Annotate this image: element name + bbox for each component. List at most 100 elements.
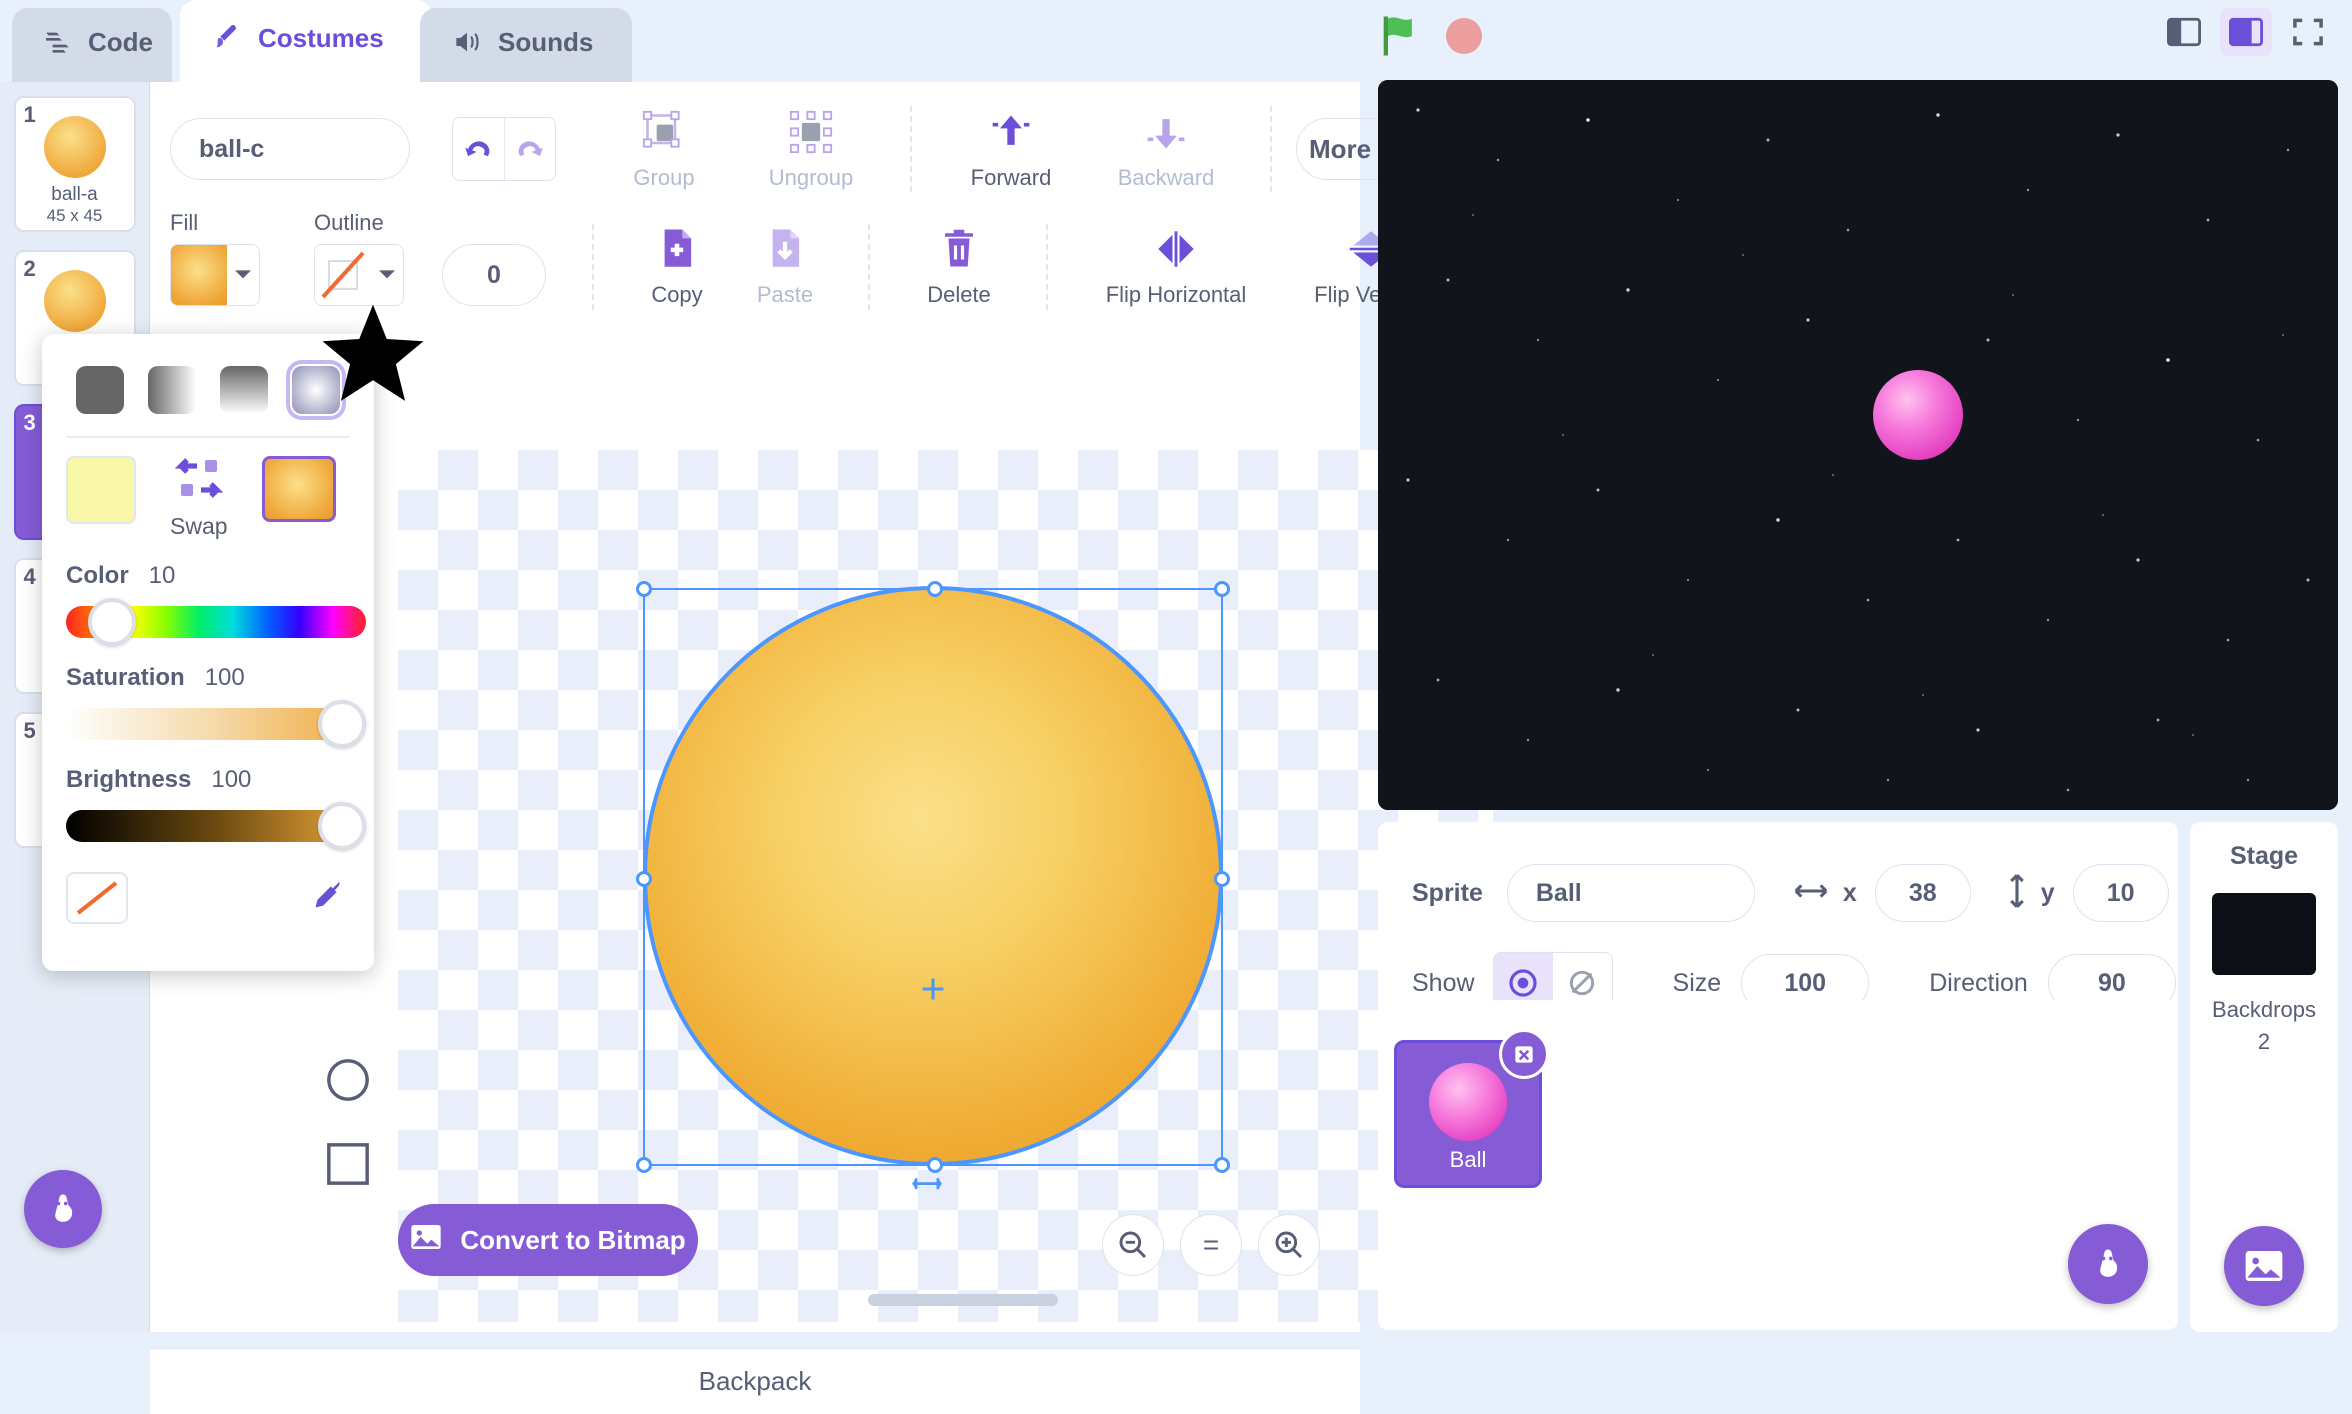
ungroup-label: Ungroup (768, 165, 854, 190)
gradient-solid-button[interactable] (76, 366, 124, 414)
saturation-label: Saturation (66, 664, 185, 691)
ball-sprite[interactable] (1873, 370, 1963, 460)
resize-handle[interactable] (1214, 1157, 1230, 1173)
stop-icon[interactable] (1440, 12, 1488, 60)
sprite-thumbnail (1429, 1063, 1507, 1141)
color-slider[interactable] (66, 598, 366, 646)
resize-handle[interactable] (636, 581, 652, 597)
sprite-list: Ball (1378, 1000, 2178, 1330)
add-sprite-button[interactable] (2068, 1224, 2148, 1304)
resize-handle[interactable] (927, 581, 943, 597)
x-arrow-icon (1793, 881, 1829, 906)
group-button[interactable]: Group (604, 107, 724, 191)
tab-sounds[interactable]: Sounds (420, 8, 632, 82)
outline-swatch-no-fill (315, 245, 371, 305)
small-stage-icon[interactable] (2158, 8, 2210, 56)
costume-item[interactable]: 1 ball-a 45 x 45 (13, 96, 136, 232)
backpack-label: Backpack (698, 1366, 812, 1396)
fill-label: Fill (170, 210, 199, 235)
group-icon (642, 107, 686, 157)
zoom-out-icon[interactable] (1102, 1214, 1164, 1276)
resize-handle[interactable] (1214, 871, 1230, 887)
chevron-down-icon (371, 245, 403, 305)
tab-costumes-label: Costumes (258, 22, 384, 53)
backdrops-count: 2 (2257, 1029, 2271, 1054)
copy-button[interactable]: Copy (624, 224, 730, 308)
toolbar-divider (1270, 106, 1272, 192)
delete-label: Delete (927, 282, 991, 307)
size-label: Size (1672, 968, 1722, 997)
outline-width-input[interactable]: 0 (442, 244, 546, 306)
paste-button[interactable]: Paste (730, 224, 840, 308)
y-input[interactable]: 10 (2072, 864, 2169, 922)
zoom-in-icon[interactable] (1258, 1214, 1320, 1276)
stage-title: Stage (2229, 842, 2299, 870)
rotation-handle-icon[interactable] (910, 1170, 944, 1205)
add-backdrop-button[interactable] (2224, 1226, 2304, 1306)
large-stage-icon[interactable] (2220, 8, 2272, 56)
x-input[interactable]: 38 (1874, 864, 1971, 922)
stage-view[interactable] (1378, 80, 2338, 810)
paste-label: Paste (756, 282, 814, 307)
resize-handle[interactable] (636, 1157, 652, 1173)
starfield-backdrop (1378, 80, 2338, 810)
forward-icon (989, 107, 1033, 157)
fill-swatch-button[interactable] (170, 244, 260, 306)
forward-button[interactable]: Forward (936, 107, 1086, 191)
gradient-horizontal-button[interactable] (148, 366, 196, 414)
paste-icon (763, 224, 807, 274)
saturation-slider-knob[interactable] (318, 700, 366, 748)
toolbar-divider (1046, 224, 1048, 310)
resize-handle[interactable] (1214, 581, 1230, 597)
more-label: More (1308, 133, 1372, 164)
green-flag-icon[interactable] (1375, 10, 1427, 62)
show-label: Show (1412, 968, 1475, 997)
color-value: 10 (148, 562, 176, 589)
swap-colors-button[interactable]: Swap (170, 456, 228, 540)
costume-number: 3 (23, 410, 36, 435)
star-icon (318, 300, 428, 410)
flip-horizontal-button[interactable]: Flip Horizontal (1076, 224, 1276, 308)
forward-label: Forward (970, 165, 1052, 190)
undo-redo-group (452, 117, 556, 181)
primary-color-swatch[interactable] (66, 456, 136, 524)
brightness-slider-knob[interactable] (318, 802, 366, 850)
gradient-vertical-button[interactable] (220, 366, 268, 414)
zoom-reset-button[interactable]: = (1180, 1214, 1242, 1276)
secondary-color-swatch[interactable] (261, 456, 336, 522)
tool-circle[interactable] (315, 1047, 381, 1113)
y-arrow-icon (2007, 872, 2027, 915)
brightness-slider[interactable] (66, 802, 366, 850)
ungroup-button[interactable]: Ungroup (736, 107, 886, 191)
paint-canvas[interactable] (398, 450, 1493, 1322)
eyedropper-icon[interactable] (304, 873, 350, 924)
brightness-label: Brightness (66, 766, 192, 793)
resize-handle[interactable] (636, 871, 652, 887)
sprite-card-ball[interactable]: Ball (1394, 1029, 1549, 1188)
tab-code[interactable]: Code (12, 8, 172, 82)
swap-icon (171, 456, 227, 509)
backpack-bar[interactable]: Backpack (150, 1348, 1360, 1414)
saturation-slider[interactable] (66, 700, 366, 748)
sprite-name-input[interactable]: Ball (1506, 864, 1755, 922)
color-picker-popup[interactable]: Swap Color 10 Saturation 100 Brightness … (42, 334, 374, 971)
outline-swatch-button[interactable] (314, 244, 404, 306)
no-fill-icon[interactable] (66, 872, 128, 924)
toolbar-divider (592, 224, 594, 310)
redo-icon[interactable] (503, 118, 555, 180)
backward-icon (1144, 107, 1188, 157)
color-slider-knob[interactable] (88, 598, 136, 646)
fullscreen-icon[interactable] (2282, 8, 2334, 56)
horizontal-scrollbar[interactable] (868, 1294, 1058, 1306)
add-costume-button[interactable] (24, 1170, 102, 1248)
delete-badge-icon[interactable] (1499, 1029, 1549, 1079)
costume-name-input[interactable]: ball-c (170, 118, 410, 180)
tool-rectangle[interactable] (315, 1131, 381, 1197)
stage-selector[interactable]: Stage Backdrops 2 (2190, 822, 2338, 1332)
convert-to-bitmap-button[interactable]: Convert to Bitmap (398, 1204, 698, 1276)
tab-costumes[interactable]: Costumes (180, 0, 432, 82)
undo-icon[interactable] (453, 118, 504, 180)
editor-tab-bar: Code Costumes Sounds (0, 0, 1370, 82)
delete-button[interactable]: Delete (900, 224, 1018, 308)
backward-button[interactable]: Backward (1086, 107, 1246, 191)
